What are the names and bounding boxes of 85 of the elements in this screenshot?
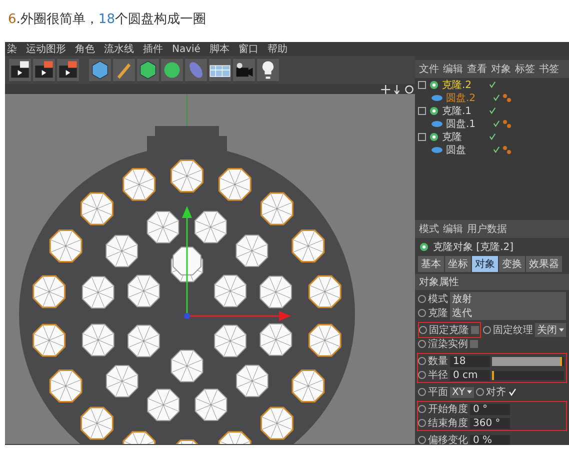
menu-item[interactable]: 窗口 — [238, 42, 258, 56]
menu-item[interactable]: 流水线 — [104, 42, 134, 56]
number-field[interactable]: 0 % — [470, 434, 510, 445]
menu-item[interactable]: 帮助 — [267, 42, 288, 56]
dropdown[interactable]: 放射 — [450, 292, 566, 306]
field-label: 对齐 — [486, 386, 506, 399]
field-label: 克隆 — [428, 306, 448, 320]
checkbox[interactable] — [470, 340, 478, 348]
menu-item[interactable]: 角色 — [75, 42, 95, 56]
menu-item[interactable]: 编辑 — [443, 222, 463, 236]
collapse-icon[interactable] — [418, 80, 426, 88]
tab[interactable]: 效果器 — [526, 256, 562, 272]
menu-item[interactable]: 插件 — [143, 42, 163, 56]
menu-item[interactable]: 运动图形 — [26, 42, 66, 56]
field-label: 半径 — [428, 368, 448, 382]
dropdown[interactable]: 关闭 — [535, 323, 566, 337]
tag-icon[interactable] — [503, 146, 511, 154]
dropdown[interactable]: 迭代 — [450, 306, 566, 320]
dropdown[interactable]: XY — [450, 386, 474, 398]
menu-item[interactable]: 模式 — [419, 222, 439, 236]
disc-icon — [431, 146, 443, 154]
field-label: 结束角度 — [428, 416, 468, 430]
caption-text: 6.外圈很简单，18个圆盘构成一圈 — [7, 11, 207, 29]
field-label: 数量 — [428, 355, 448, 368]
menu-item[interactable]: 书签 — [539, 62, 559, 76]
field-label: 固定克隆 — [429, 324, 469, 337]
menu-item[interactable]: 编辑 — [443, 62, 463, 76]
number-field[interactable]: 18 — [450, 356, 490, 366]
cloner-icon — [419, 242, 429, 252]
object-name[interactable]: 克隆.2 — [442, 78, 486, 92]
object-name[interactable]: 圆盘.1 — [446, 116, 490, 130]
slider-track[interactable] — [492, 370, 564, 380]
checkbox[interactable] — [471, 326, 479, 334]
field-label: 渲染实例 — [428, 338, 468, 351]
tab[interactable]: 坐标 — [445, 256, 471, 272]
clapper-icon[interactable] — [33, 59, 55, 81]
menu-item[interactable]: 对象 — [491, 62, 511, 76]
section-header: 对象属性 — [415, 274, 569, 290]
grid-icon[interactable] — [209, 59, 231, 81]
clapper-icon[interactable] — [57, 59, 79, 81]
tag-icon[interactable] — [503, 94, 511, 102]
menu-item[interactable]: Navié — [172, 44, 200, 54]
field-label: 固定纹理 — [493, 324, 533, 337]
navigation-icon[interactable] — [381, 84, 415, 94]
caret-icon — [559, 328, 564, 332]
number-field[interactable]: 0 ° — [470, 404, 510, 414]
collapse-icon[interactable] — [418, 132, 426, 140]
menu-item[interactable]: 标签 — [515, 62, 535, 76]
menu-item[interactable]: 脚本 — [209, 42, 230, 56]
menu-item[interactable]: 染 — [7, 42, 17, 56]
field-label: 模式 — [428, 292, 448, 306]
camera-icon[interactable] — [233, 59, 255, 81]
menu-item[interactable]: 用户数据 — [467, 222, 507, 236]
tab[interactable]: 基本 — [418, 256, 444, 272]
checkbox[interactable] — [508, 388, 517, 396]
animate-radio-icon[interactable] — [418, 436, 426, 444]
object-name[interactable]: 圆盘 — [446, 142, 490, 156]
animate-radio-icon[interactable] — [418, 388, 426, 396]
caret-icon — [466, 390, 472, 394]
tab[interactable]: 变换 — [499, 256, 525, 272]
object-name[interactable]: 圆盘.2 — [446, 90, 490, 104]
tab[interactable]: 对象 — [472, 256, 498, 272]
object-name[interactable]: 克隆.1 — [442, 104, 486, 118]
collapse-icon[interactable] — [418, 106, 426, 114]
number-field[interactable]: 0 cm — [450, 370, 490, 380]
clapper-icon[interactable] — [9, 59, 31, 81]
menu-item[interactable]: 查看 — [467, 62, 487, 76]
animate-radio-icon[interactable] — [476, 388, 484, 396]
field-label: 偏移变化 — [428, 434, 468, 445]
cube-icon[interactable] — [137, 59, 159, 81]
object-name[interactable]: 克隆 — [442, 130, 486, 144]
cloner-icon — [429, 132, 439, 142]
field-label: 开始角度 — [428, 402, 468, 416]
cloner-icon — [429, 80, 439, 90]
cube-icon[interactable] — [89, 59, 111, 81]
cloner-icon — [429, 106, 439, 116]
animate-radio-icon[interactable] — [483, 326, 491, 334]
disc-icon — [431, 120, 443, 128]
menu-item[interactable]: 文件 — [419, 62, 439, 76]
bulb-icon[interactable] — [257, 59, 279, 81]
object-title: 克隆对象 [克隆.2] — [433, 240, 514, 254]
tag-icon[interactable] — [503, 120, 511, 128]
field-label: 平面 — [428, 386, 448, 399]
disc-icon — [431, 94, 443, 102]
number-field[interactable]: 360 ° — [470, 418, 510, 428]
